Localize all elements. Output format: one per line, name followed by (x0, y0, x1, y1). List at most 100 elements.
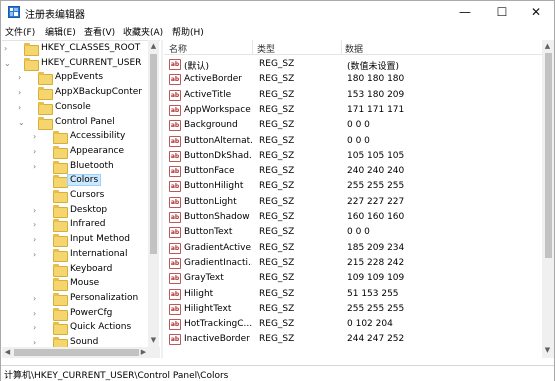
tree-item[interactable]: › Quick Actions (2, 321, 152, 336)
value-row[interactable]: ab ActiveBorder REG_SZ 180 180 180 (164, 72, 544, 87)
value-row[interactable]: ab ButtonShadow REG_SZ 160 160 160 (164, 210, 544, 225)
string-value-icon: ab (169, 166, 181, 178)
tree-item[interactable]: › Bluetooth (2, 160, 152, 175)
pane-splitter[interactable] (161, 40, 163, 358)
tree-item[interactable]: › International (2, 248, 152, 263)
expand-chevron-icon[interactable]: › (33, 147, 41, 157)
tree-item[interactable]: › AppXBackupConter (2, 86, 152, 101)
string-value-icon: ab (169, 334, 181, 346)
folder-icon (53, 204, 68, 218)
tree-item[interactable]: › Personalization (2, 292, 152, 307)
value-row[interactable]: ab ButtonAlternat... REG_SZ 0 0 0 (164, 134, 544, 149)
column-header-name[interactable]: 名称 (169, 42, 187, 55)
title-bar[interactable]: 注册表编辑器 — ☐ ✕ (1, 1, 554, 23)
expand-chevron-icon[interactable]: › (4, 44, 12, 54)
value-type: REG_SZ (259, 212, 295, 222)
column-separator[interactable] (252, 40, 253, 55)
value-row[interactable]: ab (默认) REG_SZ (数值未设置) (164, 57, 544, 72)
tree-item[interactable]: › Appearance (2, 145, 152, 160)
expand-chevron-icon[interactable]: › (33, 323, 41, 333)
value-row[interactable]: ab ButtonHilight REG_SZ 255 255 255 (164, 179, 544, 194)
list-vertical-scrollbar[interactable]: ▲ ▼ (542, 40, 554, 358)
value-row[interactable]: ab Background REG_SZ 0 0 0 (164, 118, 544, 133)
folder-icon (53, 131, 68, 145)
expand-chevron-icon[interactable]: › (18, 73, 26, 83)
value-type: REG_SZ (259, 319, 295, 330)
expand-chevron-icon[interactable]: › (33, 220, 41, 230)
value-row[interactable]: ab ButtonFace REG_SZ 240 240 240 (164, 164, 544, 179)
value-data: (数值未设置) (347, 62, 400, 72)
tree-horizontal-scroll-thumb[interactable] (14, 349, 139, 356)
tree-item[interactable]: ⌄ Control Panel (2, 116, 152, 131)
expand-chevron-icon[interactable]: › (33, 162, 41, 172)
expand-chevron-icon[interactable]: › (33, 132, 41, 142)
column-header-data[interactable]: 数据 (345, 42, 363, 55)
menu-edit[interactable]: 编辑(E) (45, 25, 76, 38)
expand-chevron-icon[interactable]: › (18, 103, 26, 113)
value-row[interactable]: ab InactiveBorder REG_SZ 244 247 252 (164, 332, 544, 347)
value-name: ButtonDkShad... (184, 150, 252, 161)
string-value-icon: ab (169, 288, 181, 300)
value-type: REG_SZ (259, 257, 295, 268)
menu-file[interactable]: 文件(F) (5, 25, 35, 38)
close-button[interactable]: ✕ (519, 1, 553, 23)
value-row[interactable]: ab AppWorkspace REG_SZ 171 171 171 (164, 103, 544, 118)
scroll-right-arrow-icon[interactable]: ▶ (138, 347, 149, 358)
value-row[interactable]: ab ButtonText REG_SZ 0 0 0 (164, 225, 544, 240)
registry-key-tree[interactable]: › HKEY_CLASSES_ROOT ⌄ HKEY_CURRENT_USER › App… (2, 40, 160, 358)
menu-view[interactable]: 查看(V) (84, 25, 115, 38)
tree-item[interactable]: Mouse (2, 277, 152, 292)
tree-item[interactable]: Colors (2, 174, 152, 189)
tree-item[interactable]: › Desktop (2, 204, 152, 219)
value-row[interactable]: ab HilightText REG_SZ 255 255 255 (164, 302, 544, 317)
folder-icon (53, 219, 68, 233)
scroll-left-arrow-icon[interactable]: ◀ (2, 347, 13, 358)
column-header-type[interactable]: 类型 (257, 42, 275, 55)
scroll-up-arrow-icon[interactable]: ▲ (542, 41, 553, 52)
value-row[interactable]: ab ButtonLight REG_SZ 227 227 227 (164, 195, 544, 210)
value-row[interactable]: ab GrayText REG_SZ 109 109 109 (164, 271, 544, 286)
tree-item[interactable]: › Input Method (2, 233, 152, 248)
value-row[interactable]: abGradientActive... REG_SZ 185 209 234 (164, 241, 544, 256)
tree-horizontal-scrollbar[interactable]: ◀ ▶ (2, 347, 160, 358)
expand-chevron-icon[interactable]: › (33, 250, 41, 260)
value-name: HotTrackingC... (184, 319, 252, 330)
tree-vertical-scrollbar[interactable]: ▲ ▼ (148, 40, 159, 347)
expand-chevron-icon[interactable]: › (18, 88, 26, 98)
value-row[interactable]: ab ActiveTitle REG_SZ 153 180 209 (164, 88, 544, 103)
menu-favorites[interactable]: 收藏夹(A) (123, 25, 163, 38)
tree-vertical-scroll-thumb[interactable] (150, 54, 157, 254)
value-row[interactable]: ab GradientInacti... REG_SZ 215 228 242 (164, 256, 544, 271)
tree-item[interactable]: Keyboard (2, 263, 152, 278)
tree-item[interactable]: ⌄ HKEY_CURRENT_USER (2, 57, 152, 72)
list-vertical-scroll-thumb[interactable] (545, 53, 552, 258)
string-value-icon: ab (169, 181, 181, 193)
expand-chevron-icon[interactable]: › (33, 309, 41, 319)
column-separator[interactable] (341, 40, 342, 55)
value-row[interactable]: ab ButtonDkShad... REG_SZ 105 105 105 (164, 149, 544, 164)
tree-item[interactable]: › Accessibility (2, 130, 152, 145)
minimize-button[interactable]: — (448, 1, 482, 23)
tree-item[interactable]: › Infrared (2, 218, 152, 233)
tree-item[interactable]: › PowerCfg (2, 307, 152, 322)
expand-chevron-icon[interactable]: › (33, 235, 41, 245)
collapse-chevron-icon[interactable]: ⌄ (18, 118, 26, 128)
value-row[interactable]: ab Hilight REG_SZ 51 153 255 (164, 287, 544, 302)
scroll-down-arrow-icon[interactable]: ▼ (148, 335, 159, 346)
tree-item[interactable]: › HKEY_CLASSES_ROOT (2, 42, 152, 57)
maximize-button[interactable]: ☐ (485, 1, 519, 23)
expand-chevron-icon[interactable]: › (33, 294, 41, 304)
value-type: REG_SZ (259, 120, 295, 131)
value-row[interactable]: ab HotTrackingC... REG_SZ 0 102 204 (164, 317, 544, 332)
expand-chevron-icon[interactable]: › (33, 206, 41, 216)
tree-item[interactable]: › Console (2, 101, 152, 116)
value-data: 215 228 242 (347, 257, 405, 268)
tree-item[interactable]: › AppEvents (2, 71, 152, 86)
collapse-chevron-icon[interactable]: ⌄ (4, 59, 12, 69)
tree-item-label: Desktop (70, 204, 108, 215)
scroll-down-arrow-icon[interactable]: ▼ (542, 345, 553, 356)
tree-item[interactable]: Cursors (2, 189, 152, 204)
menu-help[interactable]: 帮助(H) (172, 25, 204, 38)
scroll-up-arrow-icon[interactable]: ▲ (148, 41, 159, 52)
values-list[interactable]: 名称 类型 数据 ab (默认) REG_SZ (数值未设置) ab ActiveBord… (164, 40, 554, 358)
